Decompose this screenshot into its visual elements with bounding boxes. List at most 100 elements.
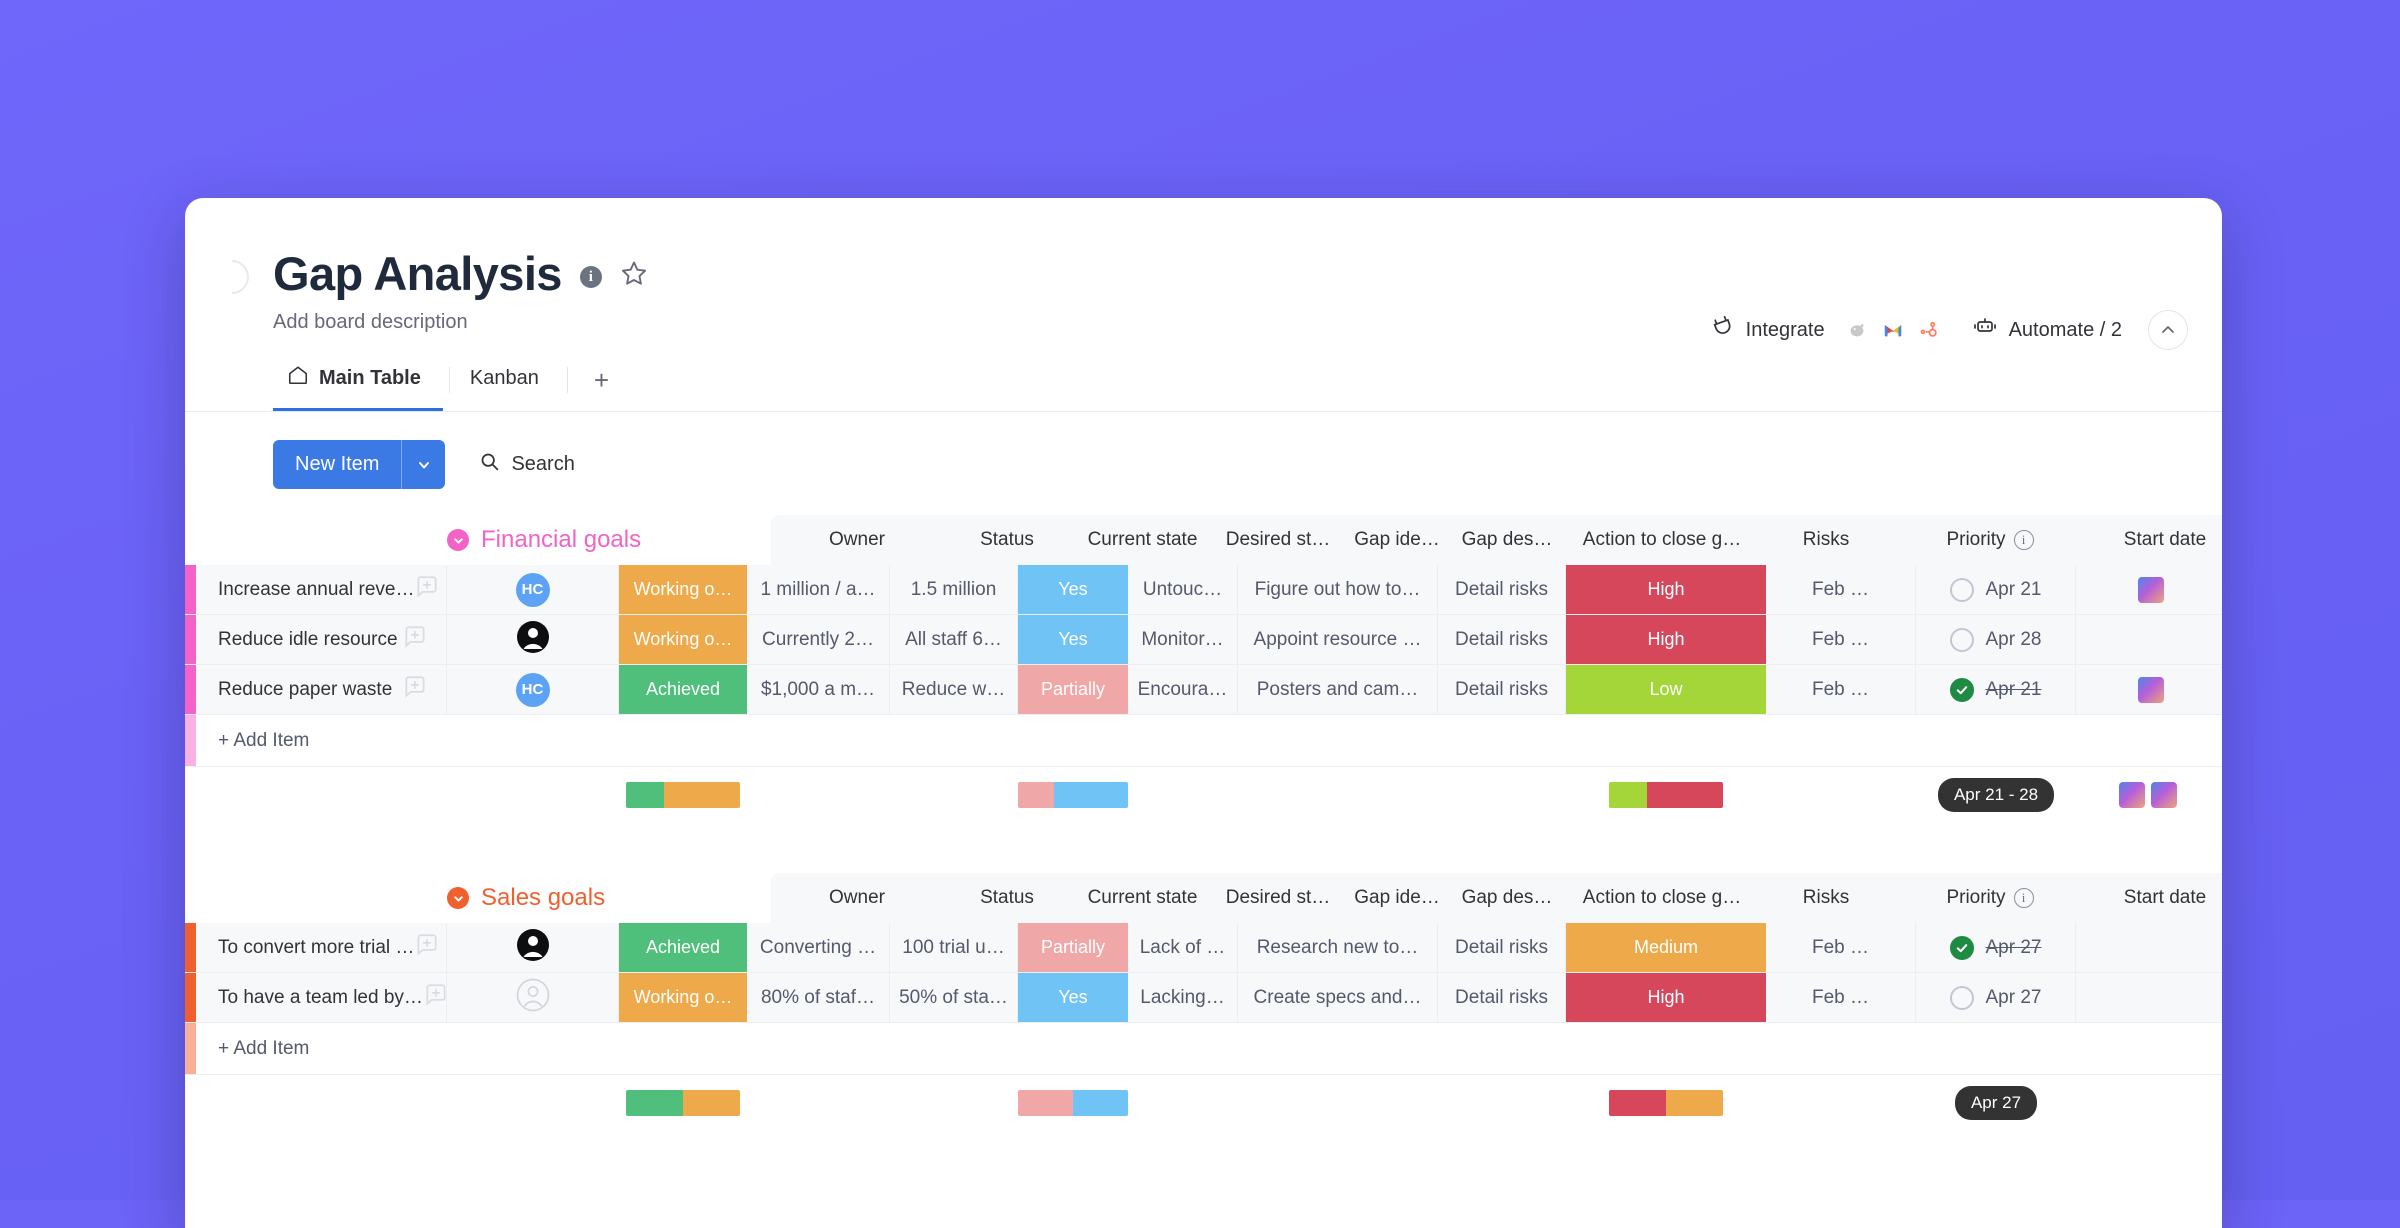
cell-due-date[interactable]: Apr 21 bbox=[1916, 665, 2076, 714]
avatar-empty[interactable] bbox=[516, 978, 550, 1018]
cell-risks[interactable]: Detail risks bbox=[1438, 615, 1566, 664]
cell-files[interactable] bbox=[2076, 565, 2222, 614]
row-name-cell[interactable]: Increase annual reve… bbox=[196, 565, 447, 614]
add-item-label[interactable]: + Add Item bbox=[196, 1038, 309, 1060]
column-info-icon[interactable]: i bbox=[2014, 530, 2034, 550]
column-header-gap-des[interactable]: Gap des… bbox=[1452, 873, 1562, 923]
cell-gap-identified[interactable]: Partially bbox=[1018, 665, 1128, 714]
table-row[interactable]: Reduce paper wasteHCAchieved$1,000 a m…R… bbox=[185, 665, 2222, 715]
table-row[interactable]: Increase annual reve…HCWorking o…1 milli… bbox=[185, 565, 2222, 615]
cell-priority[interactable]: High bbox=[1566, 565, 1766, 614]
cell-action[interactable]: Research new to… bbox=[1238, 923, 1438, 972]
column-header-risks[interactable]: Risks bbox=[1762, 515, 1890, 565]
cell-start-date[interactable]: Feb … bbox=[1766, 565, 1916, 614]
group-collapse-icon[interactable] bbox=[447, 529, 469, 551]
column-header-current-state[interactable]: Current state bbox=[1071, 515, 1214, 565]
table-row[interactable]: To convert more trial … AchievedConvertin… bbox=[185, 923, 2222, 973]
add-subitem-icon[interactable] bbox=[414, 932, 440, 964]
add-item-label[interactable]: + Add Item bbox=[196, 730, 309, 752]
column-header-owner[interactable]: Owner bbox=[771, 873, 943, 923]
cell-current-state[interactable]: 1 million / a… bbox=[747, 565, 890, 614]
cell-status[interactable]: Working o… bbox=[619, 565, 747, 614]
table-row[interactable]: Reduce idle resource Working o…Currently … bbox=[185, 615, 2222, 665]
add-view-button[interactable]: + bbox=[574, 355, 629, 410]
cell-gap-identified[interactable]: Yes bbox=[1018, 565, 1128, 614]
column-header-start-date[interactable]: Start date bbox=[2090, 873, 2222, 923]
cell-current-state[interactable]: Currently 2… bbox=[747, 615, 890, 664]
cell-priority[interactable]: High bbox=[1566, 615, 1766, 664]
column-header-gap-des[interactable]: Gap des… bbox=[1452, 515, 1562, 565]
cell-files[interactable] bbox=[2076, 615, 2222, 664]
cell-due-date[interactable]: Apr 27 bbox=[1916, 923, 2076, 972]
cell-gap-identified[interactable]: Partially bbox=[1018, 923, 1128, 972]
cell-status[interactable]: Achieved bbox=[619, 665, 747, 714]
cell-gap-identified[interactable]: Yes bbox=[1018, 615, 1128, 664]
file-thumbnail[interactable] bbox=[2138, 577, 2164, 603]
due-pending-icon[interactable] bbox=[1950, 986, 1974, 1010]
search-button[interactable]: Search bbox=[479, 451, 574, 478]
column-header-gap-ide[interactable]: Gap ide… bbox=[1342, 873, 1452, 923]
cell-start-date[interactable]: Feb … bbox=[1766, 665, 1916, 714]
cell-gap-description[interactable]: Monitor… bbox=[1128, 615, 1238, 664]
cell-desired-state[interactable]: 50% of sta… bbox=[890, 973, 1018, 1022]
cell-start-date[interactable]: Feb … bbox=[1766, 973, 1916, 1022]
add-item-row[interactable]: + Add Item bbox=[185, 1023, 2222, 1075]
due-done-icon[interactable] bbox=[1950, 678, 1974, 702]
file-thumbnail[interactable] bbox=[2138, 677, 2164, 703]
group-title[interactable]: Sales goals bbox=[481, 884, 605, 912]
cell-current-state[interactable]: $1,000 a m… bbox=[747, 665, 890, 714]
avatar[interactable]: HC bbox=[516, 673, 550, 707]
new-item-dropdown-icon[interactable] bbox=[401, 440, 445, 489]
cell-risks[interactable]: Detail risks bbox=[1438, 565, 1566, 614]
add-subitem-icon[interactable] bbox=[402, 674, 428, 706]
avatar[interactable] bbox=[516, 928, 550, 968]
cell-current-state[interactable]: 80% of staf… bbox=[747, 973, 890, 1022]
integrate-button[interactable]: Integrate bbox=[1711, 313, 1946, 347]
cell-risks[interactable]: Detail risks bbox=[1438, 973, 1566, 1022]
cell-current-state[interactable]: Converting … bbox=[747, 923, 890, 972]
column-header-current-state[interactable]: Current state bbox=[1071, 873, 1214, 923]
gmail-icon[interactable] bbox=[1876, 313, 1910, 347]
cell-desired-state[interactable]: 100 trial u… bbox=[890, 923, 1018, 972]
column-header-desired-st[interactable]: Desired st… bbox=[1214, 515, 1342, 565]
cell-status[interactable]: Working o… bbox=[619, 615, 747, 664]
cell-owner[interactable] bbox=[447, 615, 619, 664]
cell-gap-description[interactable]: Encoura… bbox=[1128, 665, 1238, 714]
column-header-start-date[interactable]: Start date bbox=[2090, 515, 2222, 565]
cell-status[interactable]: Achieved bbox=[619, 923, 747, 972]
row-name-cell[interactable]: To have a team led by… bbox=[196, 973, 447, 1022]
due-done-icon[interactable] bbox=[1950, 936, 1974, 960]
column-header-action-to-close-g[interactable]: Action to close g… bbox=[1562, 873, 1762, 923]
column-header-status[interactable]: Status bbox=[943, 873, 1071, 923]
cell-risks[interactable]: Detail risks bbox=[1438, 665, 1566, 714]
cell-files[interactable] bbox=[2076, 973, 2222, 1022]
cell-owner[interactable]: HC bbox=[447, 665, 619, 714]
cell-action[interactable]: Create specs and… bbox=[1238, 973, 1438, 1022]
row-name-cell[interactable]: Reduce paper waste bbox=[196, 665, 447, 714]
cell-priority[interactable]: High bbox=[1566, 973, 1766, 1022]
cell-start-date[interactable]: Feb … bbox=[1766, 615, 1916, 664]
hubspot-icon[interactable] bbox=[1912, 313, 1946, 347]
automate-button[interactable]: Automate / 2 bbox=[1972, 315, 2122, 345]
add-subitem-icon[interactable] bbox=[414, 574, 440, 606]
cell-due-date[interactable]: Apr 28 bbox=[1916, 615, 2076, 664]
cell-priority[interactable]: Low bbox=[1566, 665, 1766, 714]
star-icon[interactable] bbox=[620, 259, 648, 292]
row-name-cell[interactable]: Reduce idle resource bbox=[196, 615, 447, 664]
cell-desired-state[interactable]: All staff 6… bbox=[890, 615, 1018, 664]
cell-desired-state[interactable]: 1.5 million bbox=[890, 565, 1018, 614]
new-item-button[interactable]: New Item bbox=[273, 440, 401, 489]
cell-action[interactable]: Posters and cam… bbox=[1238, 665, 1438, 714]
add-item-row[interactable]: + Add Item bbox=[185, 715, 2222, 767]
table-row[interactable]: To have a team led by… Working o…80% of s… bbox=[185, 973, 2222, 1023]
cell-status[interactable]: Working o… bbox=[619, 973, 747, 1022]
row-name-cell[interactable]: To convert more trial … bbox=[196, 923, 447, 972]
cell-start-date[interactable]: Feb … bbox=[1766, 923, 1916, 972]
mailchimp-icon[interactable] bbox=[1840, 313, 1874, 347]
cell-owner[interactable] bbox=[447, 973, 619, 1022]
column-header-status[interactable]: Status bbox=[943, 515, 1071, 565]
group-collapse-icon[interactable] bbox=[447, 887, 469, 909]
column-header-priority[interactable]: Priorityi bbox=[1890, 873, 2090, 923]
avatar[interactable] bbox=[516, 620, 550, 660]
add-subitem-icon[interactable] bbox=[402, 624, 428, 656]
